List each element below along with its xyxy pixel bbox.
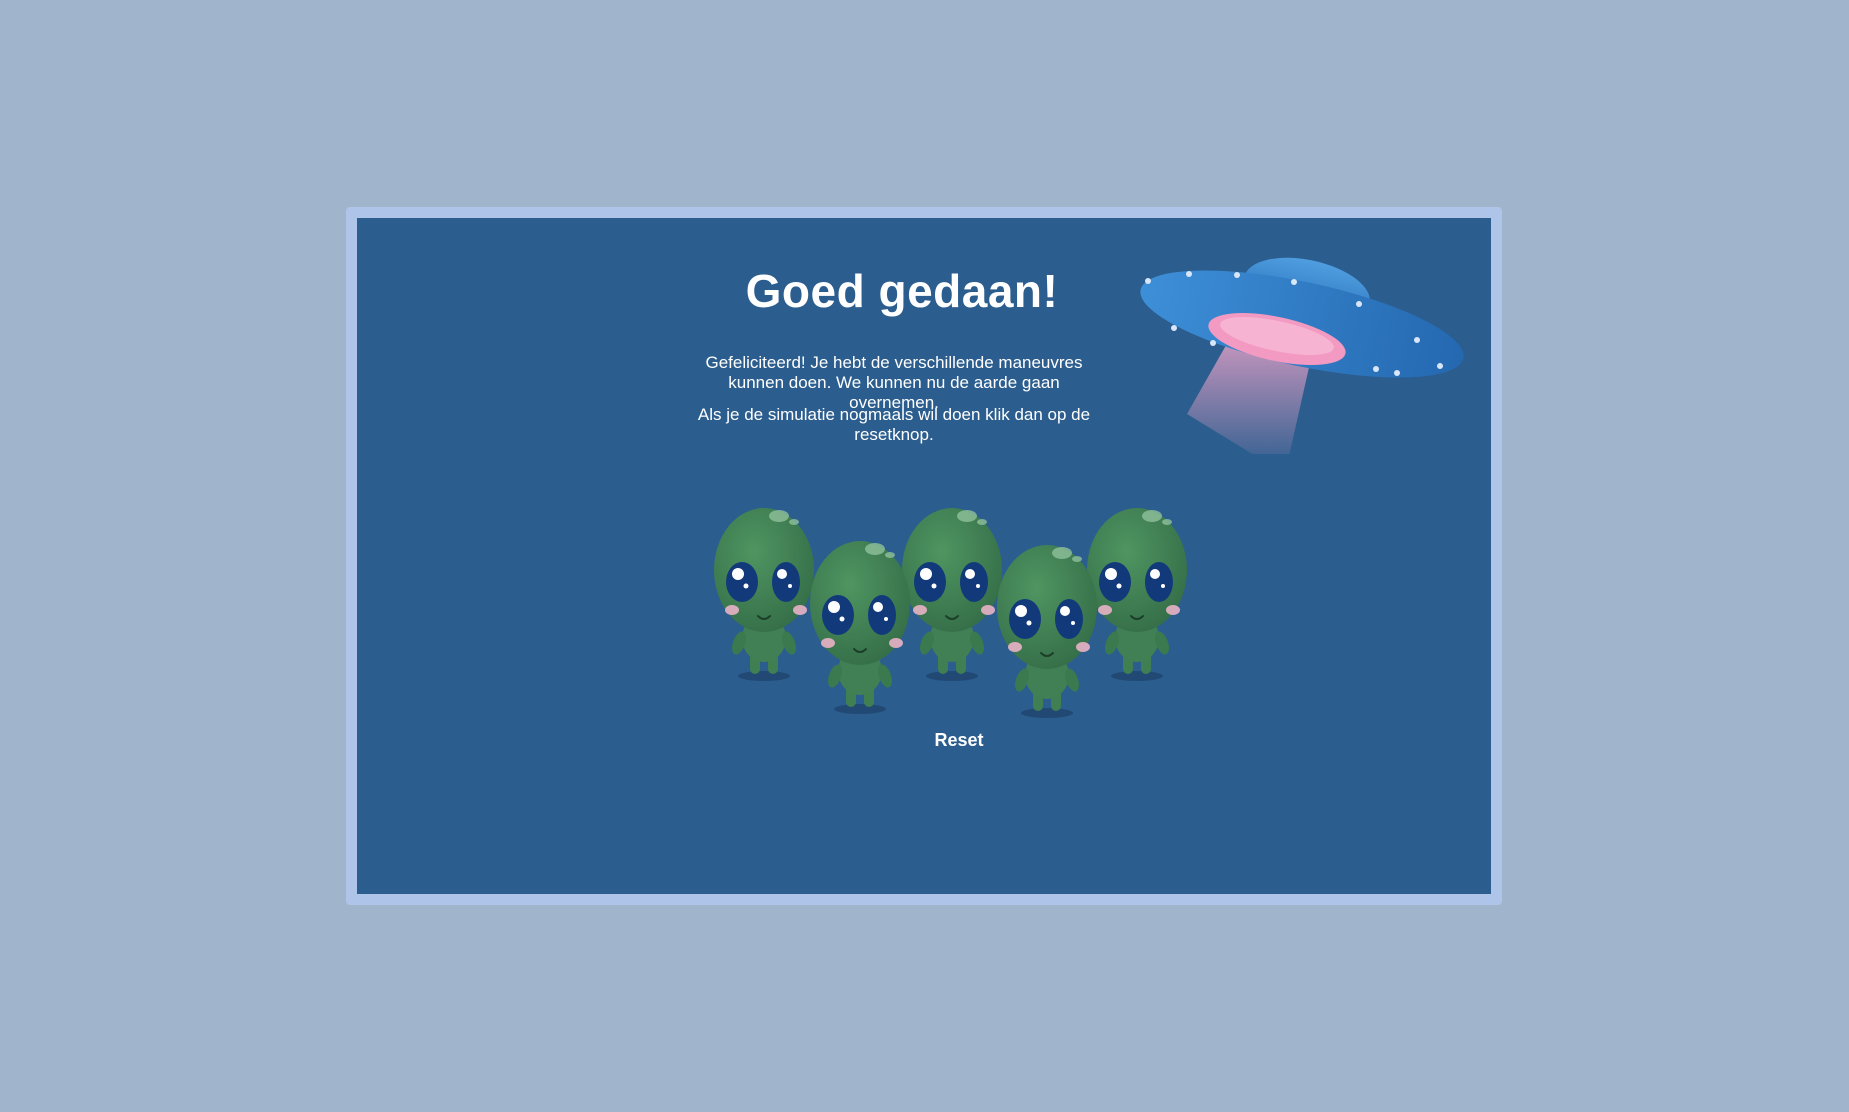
reset-instruction-message: Als je de simulatie nogmaals wil doen kl… bbox=[697, 405, 1091, 444]
ufo-icon bbox=[1140, 257, 1464, 454]
reset-button[interactable]: Reset bbox=[921, 726, 997, 754]
aliens-group-icon bbox=[713, 507, 1187, 719]
congratulations-message: Gefeliciteerd! Je hebt de verschillende … bbox=[705, 353, 1083, 412]
dialog-frame: Goed gedaan! Gefeliciteerd! Je hebt de v… bbox=[346, 207, 1502, 905]
success-panel: Goed gedaan! Gefeliciteerd! Je hebt de v… bbox=[357, 218, 1491, 894]
